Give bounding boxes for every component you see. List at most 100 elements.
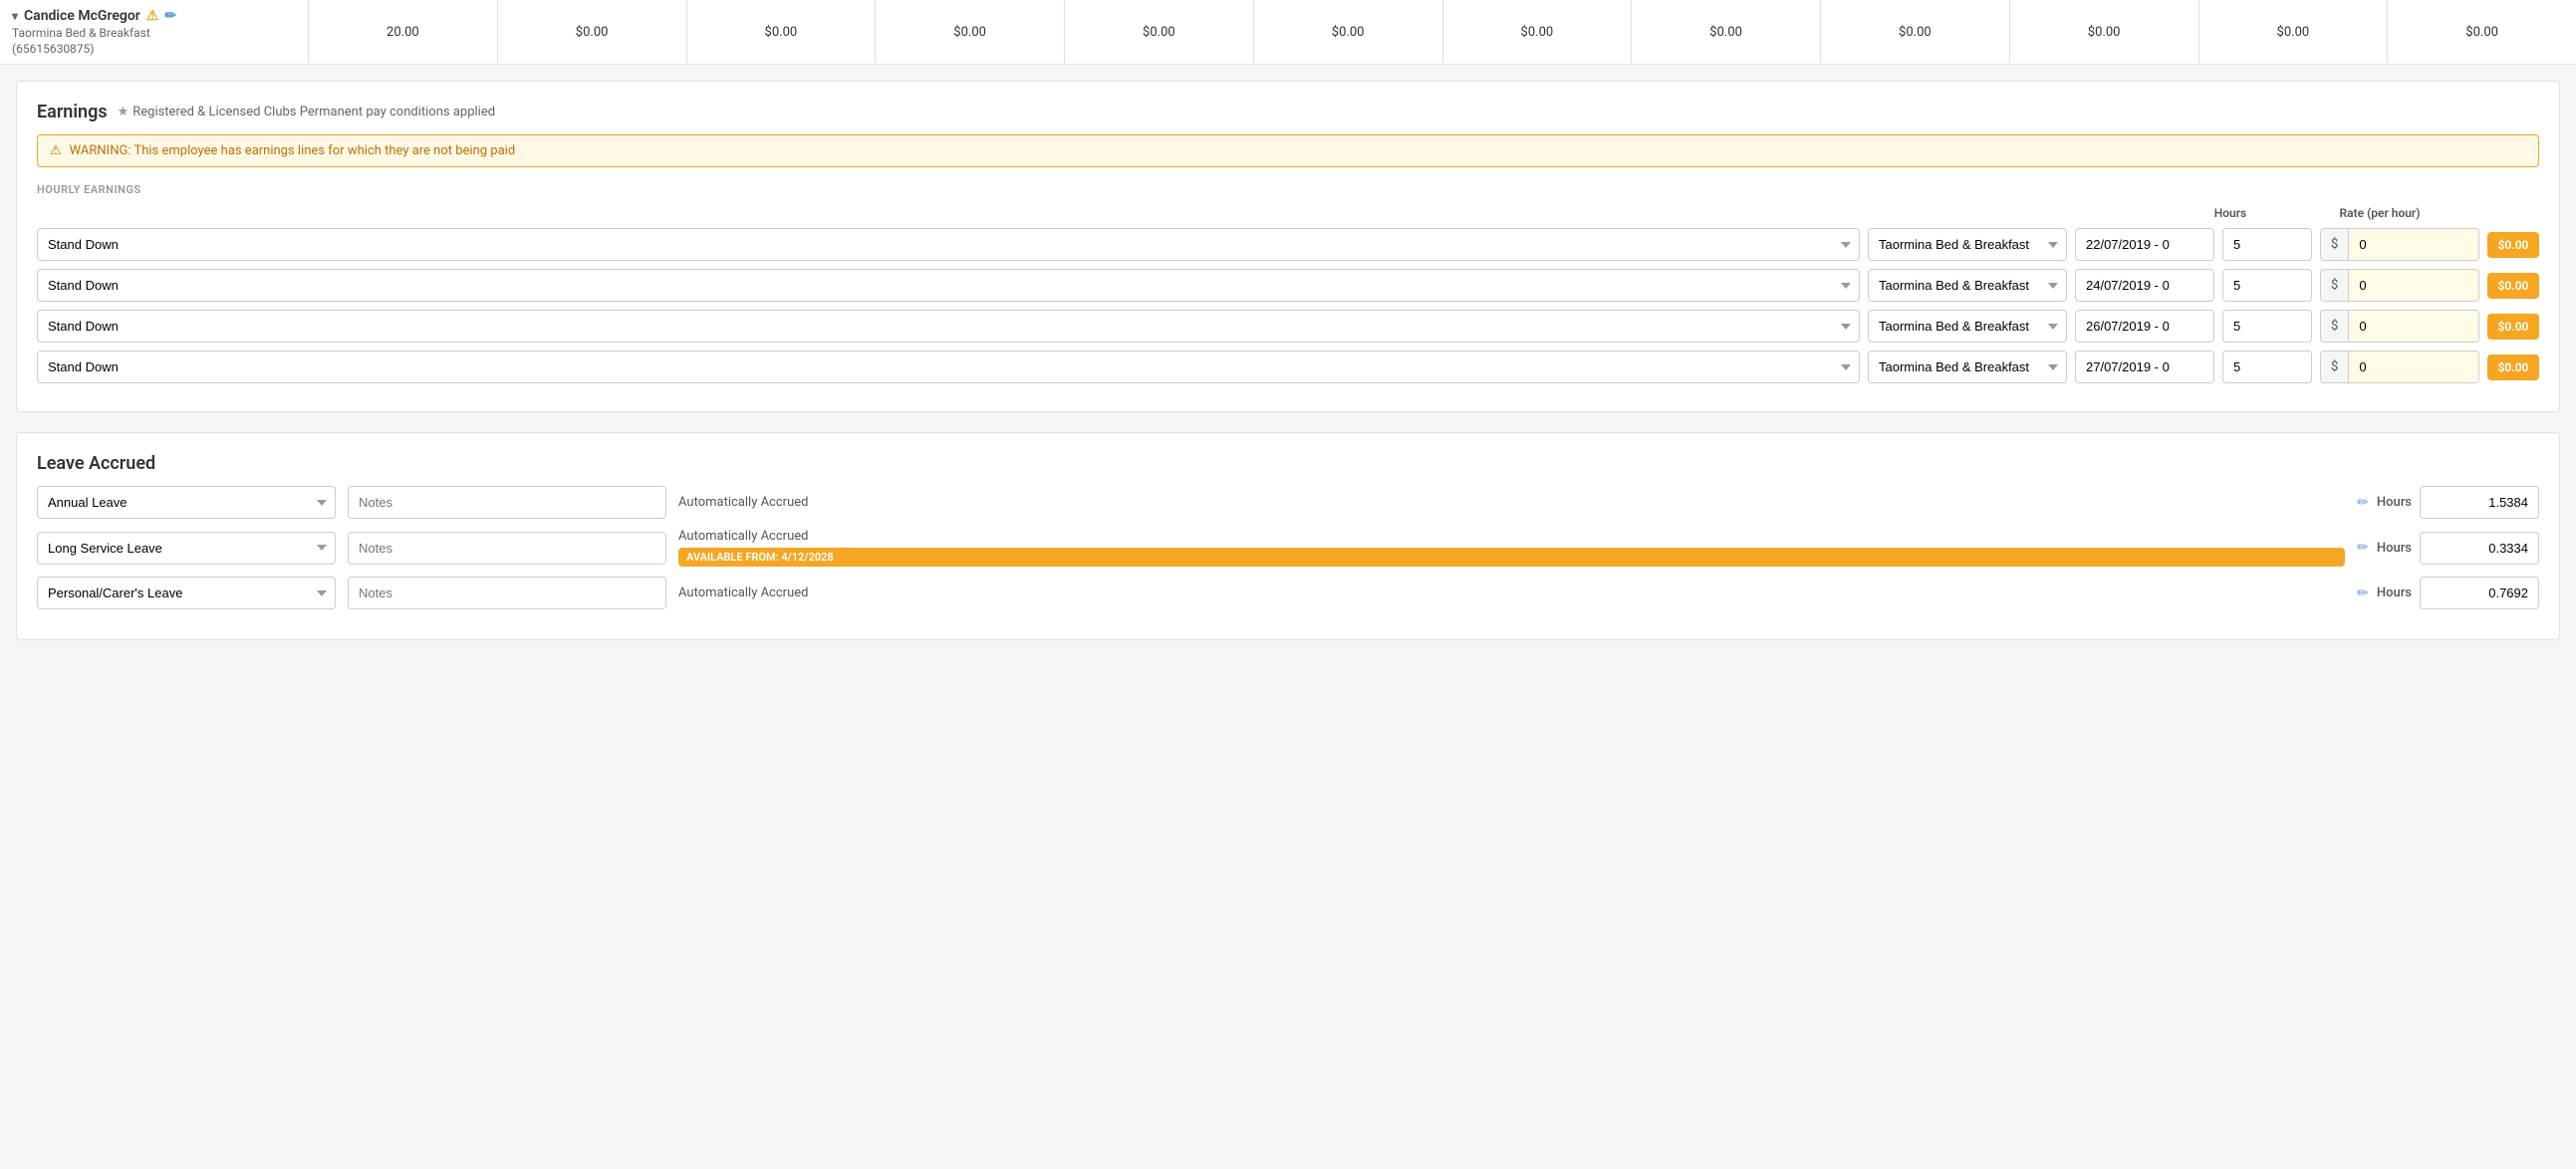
amount-badge-2: $0.00 [2487, 314, 2539, 340]
rate-group-2: $ [2320, 310, 2479, 343]
employee-name: Candice McGregor [24, 8, 140, 24]
warning-banner-text: WARNING: This employee has earnings line… [70, 143, 516, 158]
auto-accrued-text-0: Automatically Accrued [678, 495, 2345, 510]
hourly-earnings-label: HOURLY EARNINGS [37, 183, 2539, 196]
employee-col-1: $0.00 [687, 0, 877, 64]
rate-group-3: $ [2320, 351, 2479, 383]
auto-accrued-text-2: Automatically Accrued [678, 585, 2345, 600]
date-field-0[interactable] [2075, 228, 2214, 261]
hours-field-3[interactable] [2222, 351, 2312, 383]
earnings-col-headers: Hours Rate (per hour) [37, 206, 2539, 220]
earnings-type-select-2[interactable]: Stand Down [37, 310, 1860, 343]
earnings-row: Stand Down Taormina Bed & Breakfast $ $0… [37, 228, 2539, 261]
employee-col-10: $0.00 [2388, 0, 2576, 64]
leave-row: Personal/Carer's Leave Automatically Acc… [37, 577, 2539, 609]
rate-prefix-1: $ [2321, 270, 2349, 301]
leave-accrued-title: Leave Accrued [37, 453, 155, 474]
hours-label-2: Hours [2377, 585, 2412, 600]
hours-value-input-0[interactable] [2420, 486, 2539, 519]
employee-col-2: $0.00 [876, 0, 1065, 64]
hours-value-input-2[interactable] [2420, 577, 2539, 609]
rate-input-2[interactable] [2349, 311, 2479, 342]
hours-field-2[interactable] [2222, 310, 2312, 343]
employee-row: ▾ Candice McGregor ⚠ ✏ Taormina Bed & Br… [0, 0, 2576, 65]
employee-col-7: $0.00 [1821, 0, 2010, 64]
employee-col-8: $0.00 [2010, 0, 2199, 64]
employee-col-5: $0.00 [1443, 0, 1633, 64]
warning-banner: ⚠ WARNING: This employee has earnings li… [37, 134, 2539, 167]
employee-col-6: $0.00 [1632, 0, 1821, 64]
leave-accrued-section: Leave Accrued Annual Leave Automatically… [16, 432, 2560, 640]
earnings-section: Earnings ★ Registered & Licensed Clubs P… [16, 81, 2560, 412]
employee-name-group: ▾ Candice McGregor ⚠ ✏ [12, 8, 296, 24]
earnings-type-select-1[interactable]: Stand Down [37, 269, 1860, 302]
star-icon: ★ [118, 105, 129, 119]
location-select-0[interactable]: Taormina Bed & Breakfast [1868, 228, 2067, 261]
leave-type-select-0[interactable]: Annual Leave [37, 486, 336, 519]
earnings-type-select-3[interactable]: Stand Down [37, 351, 1860, 383]
date-field-3[interactable] [2075, 351, 2214, 383]
employee-col-3: $0.00 [1065, 0, 1254, 64]
earnings-row: Stand Down Taormina Bed & Breakfast $ $0… [37, 351, 2539, 383]
auto-accrued-text-1: Automatically Accrued [678, 529, 2345, 544]
rate-input-1[interactable] [2349, 270, 2479, 301]
earnings-row: Stand Down Taormina Bed & Breakfast $ $0… [37, 269, 2539, 302]
earnings-row: Stand Down Taormina Bed & Breakfast $ $0… [37, 310, 2539, 343]
auto-accrued-group-1: Automatically Accrued AVAILABLE FROM: 4/… [678, 529, 2345, 567]
hours-col-header: Hours [2181, 206, 2280, 220]
earnings-type-select-0[interactable]: Stand Down [37, 228, 1860, 261]
hours-value-input-1[interactable] [2420, 532, 2539, 565]
amount-badge-3: $0.00 [2487, 354, 2539, 380]
date-field-2[interactable] [2075, 310, 2214, 343]
notes-input-1[interactable] [348, 532, 666, 565]
location-select-3[interactable]: Taormina Bed & Breakfast [1868, 351, 2067, 383]
employee-col-0: $0.00 [498, 0, 687, 64]
rate-prefix-2: $ [2321, 311, 2349, 342]
edit-hours-icon-2[interactable]: ✏ [2357, 585, 2369, 601]
earnings-rows-container: Stand Down Taormina Bed & Breakfast $ $0… [37, 228, 2539, 383]
warning-icon: ⚠ [146, 8, 159, 24]
leave-type-select-1[interactable]: Long Service Leave [37, 532, 336, 565]
rate-col-header: Rate (per hour) [2280, 206, 2479, 220]
warning-banner-icon: ⚠ [50, 143, 62, 158]
notes-input-0[interactable] [348, 486, 666, 519]
earnings-header: Earnings ★ Registered & Licensed Clubs P… [37, 102, 2539, 122]
employee-col-9: $0.00 [2199, 0, 2389, 64]
employee-col-4: $0.00 [1254, 0, 1443, 64]
date-field-1[interactable] [2075, 269, 2214, 302]
hours-label-0: Hours [2377, 495, 2412, 510]
notes-input-2[interactable] [348, 577, 666, 609]
main-content: Earnings ★ Registered & Licensed Clubs P… [0, 65, 2576, 676]
amount-badge-1: $0.00 [2487, 273, 2539, 299]
auto-accrued-group-0: Automatically Accrued [678, 495, 2345, 510]
auto-accrued-group-2: Automatically Accrued [678, 585, 2345, 600]
rate-group-0: $ [2320, 228, 2479, 261]
rate-prefix-0: $ [2321, 229, 2349, 260]
location-select-1[interactable]: Taormina Bed & Breakfast [1868, 269, 2067, 302]
employee-hours-cell: 20.00 [309, 0, 498, 64]
edit-hours-icon-1[interactable]: ✏ [2357, 540, 2369, 556]
pay-conditions: ★ Registered & Licensed Clubs Permanent … [118, 105, 495, 119]
hours-group-0: ✏ Hours [2357, 486, 2539, 519]
employee-cell: ▾ Candice McGregor ⚠ ✏ Taormina Bed & Br… [0, 0, 309, 64]
chevron-down-icon[interactable]: ▾ [12, 9, 18, 23]
hours-label-1: Hours [2377, 541, 2412, 556]
leave-type-select-2[interactable]: Personal/Carer's Leave [37, 577, 336, 609]
pay-conditions-text: Registered & Licensed Clubs Permanent pa… [132, 105, 495, 119]
hours-group-1: ✏ Hours [2357, 532, 2539, 565]
rate-group-1: $ [2320, 269, 2479, 302]
leave-accrued-header: Leave Accrued [37, 453, 2539, 474]
edit-hours-icon-0[interactable]: ✏ [2357, 495, 2369, 511]
location-select-2[interactable]: Taormina Bed & Breakfast [1868, 310, 2067, 343]
hours-field-0[interactable] [2222, 228, 2312, 261]
rate-input-0[interactable] [2349, 229, 2479, 260]
hours-group-2: ✏ Hours [2357, 577, 2539, 609]
employee-id: (65615630875) [12, 42, 296, 56]
leave-rows-container: Annual Leave Automatically Accrued ✏ Hou… [37, 486, 2539, 609]
employee-location: Taormina Bed & Breakfast [12, 26, 296, 40]
earnings-title: Earnings [37, 102, 108, 122]
hours-field-1[interactable] [2222, 269, 2312, 302]
edit-employee-icon[interactable]: ✏ [164, 8, 176, 24]
leave-row: Long Service Leave Automatically Accrued… [37, 529, 2539, 567]
rate-input-3[interactable] [2349, 351, 2479, 382]
